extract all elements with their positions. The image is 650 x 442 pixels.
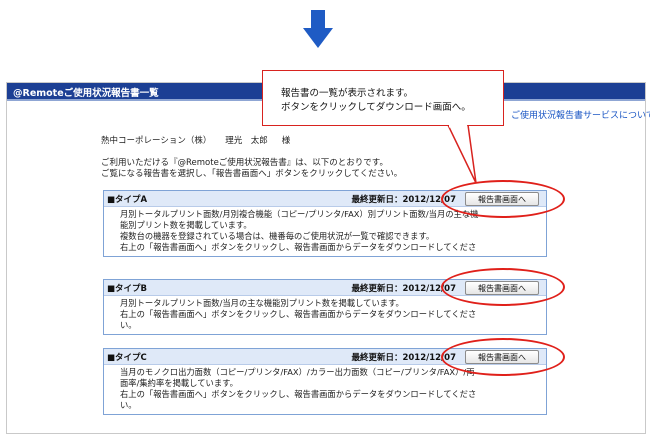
highlight-ellipse — [441, 338, 565, 376]
callout-annotation: 報告書の一覧が表示されます。 ボタンをクリックしてダウンロード画面へ。 — [262, 70, 504, 126]
callout-line-2: ボタンをクリックしてダウンロード画面へ。 — [281, 102, 471, 113]
window-title: @Remoteご使用状況報告書一覧 — [13, 88, 159, 99]
customer-greeting: 熱中コーポレーション（株） 理光 太郎 様 — [101, 134, 290, 146]
down-arrow-icon — [303, 10, 333, 48]
user-name: 理光 太郎 — [225, 136, 268, 146]
company-name: 熱中コーポレーション（株） — [101, 136, 212, 146]
service-info-link[interactable]: ご使用状況報告書サービスについて — [511, 108, 650, 121]
callout-pointer — [447, 125, 477, 184]
intro-text-2: ご覧になる報告書を選択し、「報告書画面へ」ボタンをクリックしてください。 — [101, 169, 403, 179]
highlight-ellipse — [441, 180, 565, 218]
highlight-ellipse — [441, 268, 565, 306]
report-title: ■タイプC — [107, 353, 147, 363]
honorific: 様 — [281, 136, 291, 146]
report-title: ■タイプB — [107, 284, 148, 294]
report-title: ■タイプA — [107, 195, 148, 205]
callout-line-1: 報告書の一覧が表示されます。 — [281, 88, 414, 99]
